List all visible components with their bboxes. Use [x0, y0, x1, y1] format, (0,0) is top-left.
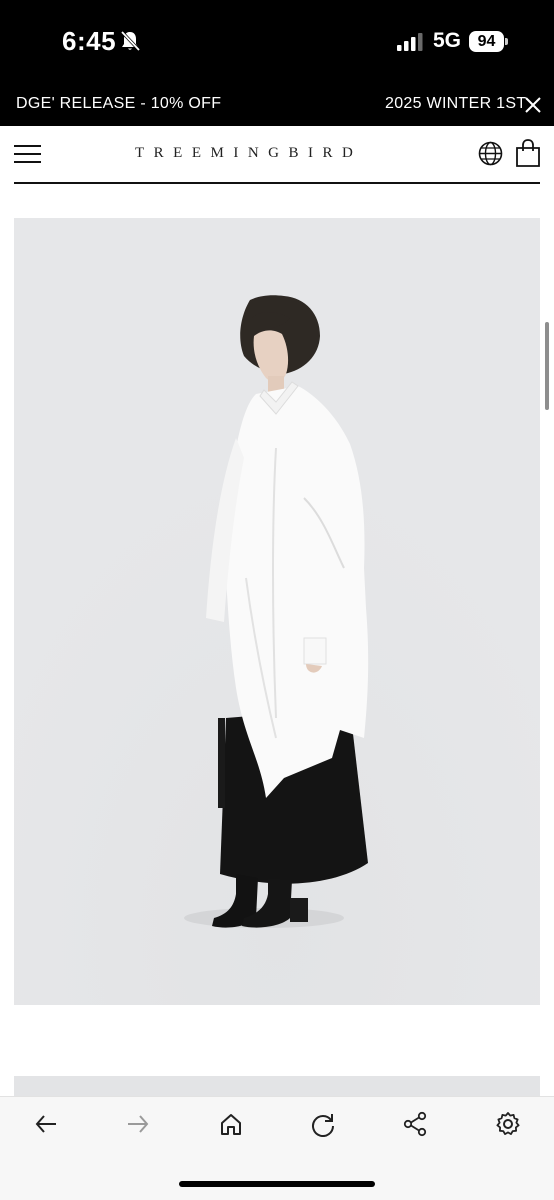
battery-indicator: 94 [469, 31, 508, 53]
back-arrow-icon[interactable] [33, 1111, 59, 1137]
product-image[interactable] [14, 218, 540, 1005]
menu-icon[interactable] [14, 143, 41, 165]
globe-icon[interactable] [478, 141, 503, 166]
header-divider [14, 182, 540, 184]
announcement-bar: DGE' RELEASE - 10% OFF 2025 WINTER 1ST [0, 82, 554, 126]
battery-tip [505, 38, 508, 45]
status-time: 6:45 [62, 26, 117, 56]
status-bar: 6:45 5G 94 [0, 0, 554, 82]
battery-level: 94 [469, 31, 504, 52]
home-icon[interactable] [218, 1111, 244, 1137]
network-label: 5G [433, 29, 462, 52]
bell-muted-icon [120, 30, 140, 52]
announcement-promo-text[interactable]: DGE' RELEASE - 10% OFF [16, 95, 221, 113]
home-indicator [179, 1181, 375, 1187]
close-icon[interactable] [523, 95, 543, 115]
shopping-bag-icon[interactable] [515, 139, 541, 167]
reload-icon[interactable] [310, 1111, 336, 1137]
settings-icon[interactable] [495, 1111, 521, 1137]
signal-icon [397, 33, 423, 51]
forward-arrow-icon[interactable] [125, 1111, 151, 1137]
announcement-season-text[interactable]: 2025 WINTER 1ST [385, 95, 526, 113]
share-icon[interactable] [402, 1111, 428, 1137]
model-photo [14, 218, 540, 1005]
brand-logo[interactable]: TREEMINGBIRD [135, 145, 425, 162]
scroll-indicator [545, 322, 549, 410]
